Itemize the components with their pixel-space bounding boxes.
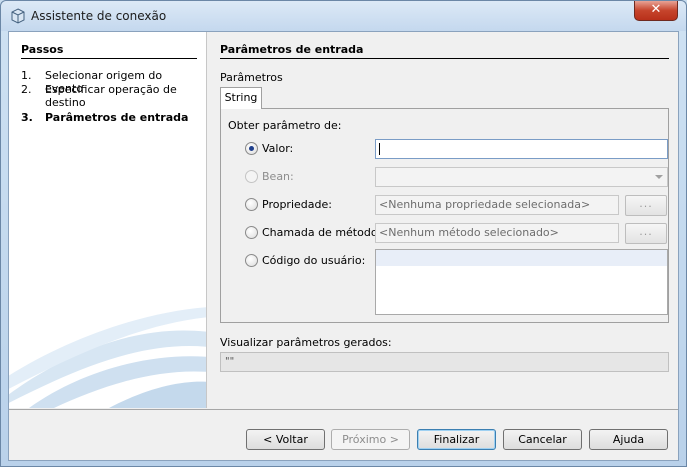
section-divider — [220, 58, 669, 59]
preview-field: "" — [220, 352, 669, 372]
metodo-field: <Nenhum método selecionado> — [375, 223, 619, 243]
decorative-swoosh-graphic — [9, 307, 206, 408]
cancel-button[interactable]: Cancelar — [503, 429, 582, 450]
window-title: Assistente de conexão — [31, 9, 167, 23]
help-button[interactable]: Ajuda — [589, 429, 668, 450]
radio-button-codigo-do-usuario[interactable] — [245, 254, 258, 267]
user-code-editor[interactable] — [375, 249, 668, 315]
cube-icon — [11, 8, 25, 24]
bean-dropdown — [375, 167, 668, 187]
radio-label-codigo-do-usuario: Código do usuário: — [262, 254, 366, 267]
metodo-browse-button[interactable]: ... — [625, 223, 667, 244]
radio-button-valor[interactable] — [245, 142, 258, 155]
radio-button-propriedade[interactable] — [245, 198, 258, 211]
current-line-highlight — [376, 250, 667, 266]
step-number: 3. — [21, 111, 33, 124]
preview-label: Visualizar parâmetros gerados: — [220, 336, 392, 349]
close-button[interactable]: ✕ — [634, 1, 678, 21]
tab-content-string: Obter parâmetro de: Valor: Bean: Proprie… — [220, 108, 669, 323]
button-bar: < Voltar Próximo > Finalizar Cancelar Aj… — [9, 409, 678, 460]
finish-button[interactable]: Finalizar — [417, 429, 496, 450]
radio-label-valor: Valor: — [262, 142, 294, 155]
radio-label-chamada-de-metodo: Chamada de método: — [262, 226, 382, 239]
text-caret — [379, 143, 380, 155]
radio-button-chamada-de-metodo[interactable] — [245, 226, 258, 239]
get-parameter-from-label: Obter parâmetro de: — [228, 119, 342, 132]
steps-title: Passos — [21, 43, 64, 56]
tab-string[interactable]: String — [220, 87, 262, 109]
radio-button-bean — [245, 170, 258, 183]
close-icon: ✕ — [650, 2, 662, 17]
valor-input[interactable] — [375, 139, 668, 159]
steps-divider — [21, 58, 197, 59]
client-area: Passos 1. Selecionar origem do evento 2.… — [8, 31, 679, 461]
propriedade-field: <Nenhuma propriedade selecionada> — [375, 195, 619, 215]
radio-label-bean: Bean: — [262, 170, 294, 183]
back-button[interactable]: < Voltar — [246, 429, 325, 450]
steps-panel: Passos 1. Selecionar origem do evento 2.… — [9, 32, 207, 408]
wizard-window: Assistente de conexão ✕ Passos 1. Seleci… — [0, 0, 687, 467]
step-number: 1. — [21, 69, 32, 82]
propriedade-browse-button[interactable]: ... — [625, 195, 667, 216]
main-panel: Parâmetros de entrada Parâmetros String … — [208, 32, 678, 408]
step-label: Parâmetros de entrada — [45, 111, 189, 124]
title-bar[interactable]: Assistente de conexão ✕ — [1, 1, 686, 31]
chevron-down-icon — [655, 175, 663, 179]
parameters-label: Parâmetros — [220, 71, 283, 84]
step-number: 2. — [21, 83, 32, 96]
next-button: Próximo > — [331, 429, 410, 450]
step-label: Especificar operação de destino — [45, 83, 177, 109]
radio-label-propriedade: Propriedade: — [262, 198, 332, 211]
section-title: Parâmetros de entrada — [220, 43, 364, 56]
